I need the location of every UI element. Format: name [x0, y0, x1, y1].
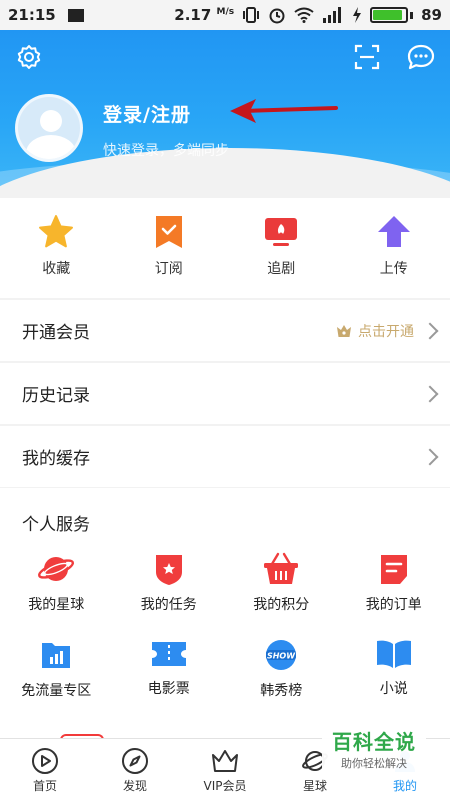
planet-icon [38, 557, 75, 581]
status-bar: 21:15 2.17 M/s 89 [0, 0, 450, 30]
avatar[interactable] [15, 94, 83, 162]
message-icon[interactable] [404, 40, 438, 74]
settings-gear-icon[interactable] [12, 40, 46, 74]
watermark: 百科全说 助你轻松解决 [322, 727, 426, 777]
quick-favorites[interactable]: 收藏 [0, 198, 113, 298]
service-label: 电影票 [147, 681, 190, 697]
svg-text:SHOW: SHOW [267, 652, 296, 661]
tv-icon [265, 218, 298, 246]
nav-label: 我的 [392, 779, 417, 793]
vip-row[interactable]: 开通会员 点击开通 [0, 300, 450, 361]
quick-label: 收藏 [42, 261, 71, 277]
chevron-right-icon [421, 448, 439, 465]
nav-discover[interactable]: 发现 [90, 739, 180, 800]
vip-hint[interactable]: 点击开通 [336, 321, 414, 341]
personal-services: 个人服务 我的星球 我的任务 我的积分 我的订单 免流量专区 电影票 SHOW … [0, 488, 450, 738]
upload-arrow-icon [377, 216, 410, 247]
notification-icon [67, 8, 84, 22]
service-label: 我的星球 [28, 597, 85, 613]
battery-icon [370, 7, 414, 23]
nav-vip[interactable]: VIP会员 [180, 739, 270, 800]
ticket-icon [151, 642, 186, 666]
history-row[interactable]: 历史记录 [0, 363, 450, 424]
vibrate-icon [243, 7, 260, 23]
quick-label: 订阅 [154, 261, 183, 277]
quick-subscribe[interactable]: 订阅 [113, 198, 226, 298]
row-title: 历史记录 [22, 386, 90, 406]
service-my-points[interactable]: 我的积分 [225, 552, 338, 614]
service-label: 免流量专区 [21, 683, 92, 699]
row-title: 我的缓存 [22, 449, 90, 469]
nav-label: 发现 [122, 779, 147, 793]
quick-actions: 收藏 订阅 追剧 上传 [0, 198, 450, 298]
signal-icon [323, 7, 342, 23]
status-right: 2.17 M/s 89 [174, 6, 442, 24]
play-circle-icon [32, 748, 58, 774]
bookmark-icon [155, 216, 182, 248]
order-icon [380, 555, 407, 584]
scan-icon[interactable] [350, 40, 384, 74]
nav-label: 首页 [32, 779, 57, 793]
service-label: 小说 [379, 681, 408, 697]
watermark-sub: 助你轻松解决 [341, 757, 407, 770]
section-title: 个人服务 [22, 515, 90, 535]
network-speed: 2.17 M/s [174, 6, 235, 24]
annotation-arrow-icon [230, 99, 338, 123]
nav-home[interactable]: 首页 [0, 739, 90, 800]
quick-label: 上传 [379, 261, 408, 277]
quick-upload[interactable]: 上传 [338, 198, 450, 298]
data-chart-icon [42, 643, 71, 668]
chevron-right-icon [421, 322, 439, 339]
status-time: 21:15 [8, 6, 56, 24]
service-my-orders[interactable]: 我的订单 [338, 552, 450, 614]
battery-percent: 89 [421, 6, 442, 24]
cache-row[interactable]: 我的缓存 [0, 426, 450, 487]
service-my-tasks[interactable]: 我的任务 [113, 552, 226, 614]
show-icon: SHOW [266, 640, 296, 670]
quick-follow-series[interactable]: 追剧 [225, 198, 338, 298]
basket-icon [264, 552, 299, 584]
book-icon [376, 640, 411, 668]
wifi-icon [294, 7, 314, 23]
login-register-link[interactable]: 登录/注册 [103, 100, 191, 127]
service-label: 我的任务 [140, 597, 197, 613]
profile-header: 登录/注册 快速登录，多端同步 [0, 30, 450, 198]
service-label: 韩秀榜 [260, 683, 303, 699]
compass-icon [122, 748, 148, 774]
service-korean-show[interactable]: SHOW 韩秀榜 [225, 638, 338, 700]
watermark-main: 百科全说 [332, 730, 416, 754]
service-movie-ticket[interactable]: 电影票 [113, 638, 226, 700]
service-label: 我的订单 [365, 597, 422, 613]
quick-label: 追剧 [267, 261, 296, 277]
task-badge-icon [155, 555, 182, 585]
chevron-right-icon [421, 385, 439, 402]
row-title: 开通会员 [22, 323, 90, 343]
service-free-data[interactable]: 免流量专区 [0, 638, 113, 700]
alarm-icon [269, 8, 285, 24]
nav-label: 星球 [302, 779, 327, 793]
charging-icon [353, 7, 362, 23]
nav-label: VIP会员 [203, 779, 247, 793]
service-my-planet[interactable]: 我的星球 [0, 552, 113, 614]
login-subtitle: 快速登录，多端同步 [103, 143, 229, 159]
service-novel[interactable]: 小说 [338, 638, 450, 700]
crown-icon [212, 750, 238, 772]
service-label: 我的积分 [253, 597, 310, 613]
star-icon [39, 215, 74, 248]
crown-badge-icon [337, 324, 351, 337]
